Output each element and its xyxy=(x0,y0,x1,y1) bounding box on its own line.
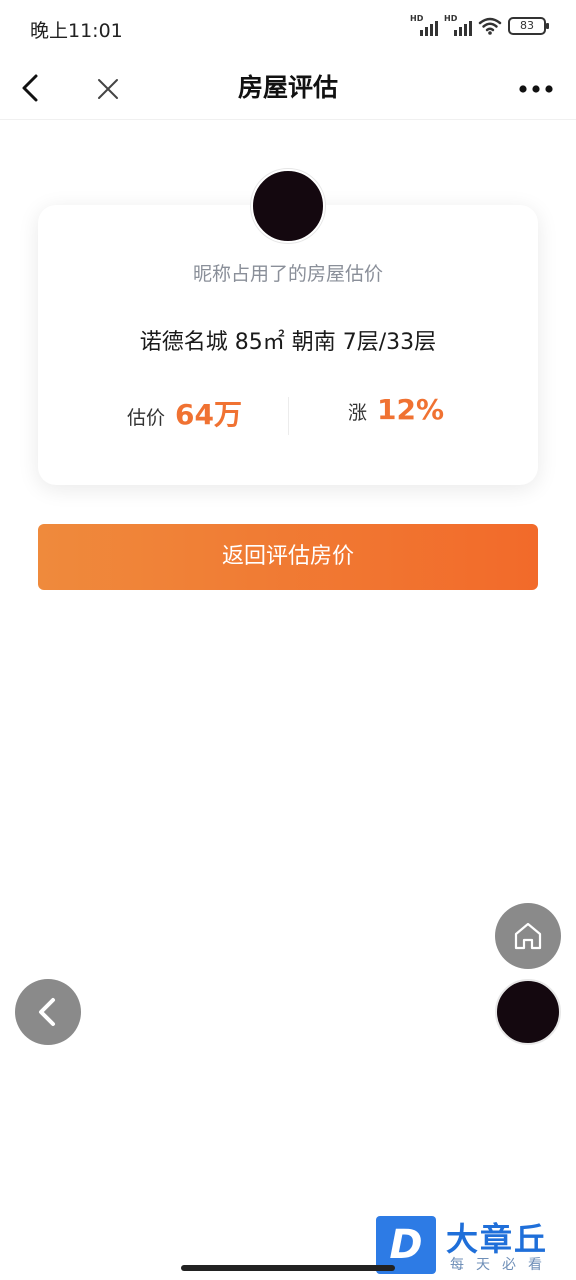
watermark-tagline: 每天必看 xyxy=(450,1257,554,1273)
status-bar: 晚上11:01 HD HD 83 xyxy=(0,0,576,56)
rise-stat: 涨 12% xyxy=(348,393,444,426)
valuation-card: 昵称占用了的房屋估价 诺德名城 85㎡ 朝南 7层/33层 估价 64万 涨 1… xyxy=(38,205,538,485)
price-label: 估价 xyxy=(127,407,166,429)
rise-label: 涨 xyxy=(348,402,368,424)
card-subtitle: 昵称占用了的房屋估价 xyxy=(192,263,383,285)
more-horizontal-icon xyxy=(519,85,553,93)
status-time: 晚上11:01 xyxy=(30,20,123,42)
page: 晚上11:01 HD HD 83 房屋评估 昵称占用了的房屋估价 诺德名城 85… xyxy=(0,0,576,1280)
wifi-icon xyxy=(478,17,502,35)
home-indicator[interactable] xyxy=(181,1265,395,1271)
battery-indicator: 83 xyxy=(508,17,549,35)
home-floating-button[interactable] xyxy=(495,903,561,969)
stat-divider xyxy=(288,397,289,435)
page-title: 房屋评估 xyxy=(237,73,338,102)
watermark: D 大章丘 每天必看 xyxy=(376,1214,576,1276)
status-icons: HD HD 83 xyxy=(410,14,549,36)
cellular-signal-icon: HD xyxy=(410,14,438,36)
house-info: 诺德名城 85㎡ 朝南 7层/33层 xyxy=(139,330,437,355)
avatar xyxy=(251,169,325,243)
price-stat: 估价 64万 xyxy=(127,393,242,433)
nav-bar: 房屋评估 xyxy=(0,56,576,120)
back-floating-button[interactable] xyxy=(15,979,81,1045)
return-evaluate-button[interactable]: 返回评估房价 xyxy=(38,524,538,590)
cellular-signal-icon: HD xyxy=(444,14,472,36)
rise-value: 12% xyxy=(377,393,445,426)
chevron-left-icon xyxy=(39,998,55,1026)
price-value: 64万 xyxy=(175,398,242,431)
more-button[interactable] xyxy=(514,64,558,112)
user-floating-button[interactable] xyxy=(495,979,561,1045)
home-icon xyxy=(514,922,542,950)
